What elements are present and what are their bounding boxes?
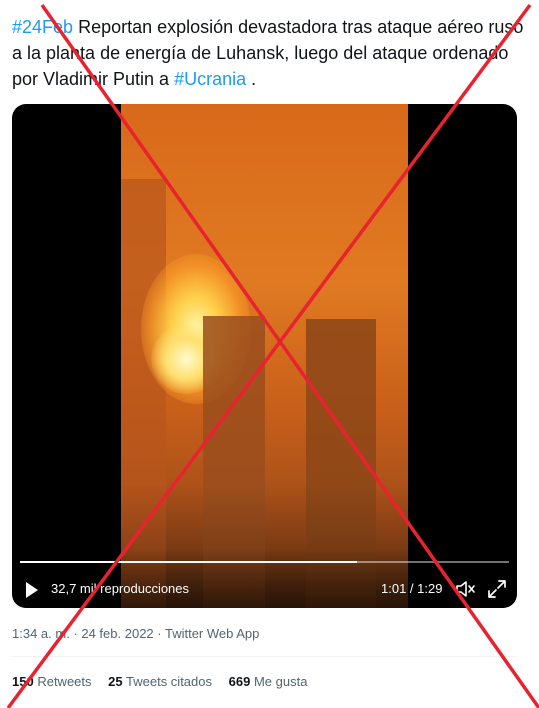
quotes-stat[interactable]: 25 Tweets citados (108, 674, 212, 689)
tweet-stats: 150 Retweets 25 Tweets citados 669 Me gu… (12, 674, 320, 689)
video-progress-bar[interactable] (20, 561, 509, 563)
tweet-timestamp[interactable]: 1:34 a. m. · 24 feb. 2022 · Twitter Web … (12, 626, 259, 641)
divider (12, 656, 517, 657)
likes-stat[interactable]: 669 Me gusta (229, 674, 308, 689)
hashtag-link[interactable]: #24Feb (12, 17, 73, 37)
video-controls (12, 548, 517, 608)
quotes-count: 25 (108, 674, 123, 689)
likes-count: 669 (228, 674, 251, 689)
play-icon[interactable] (26, 582, 38, 598)
tweet-text: #24Feb Reportan explosión devastadora tr… (12, 14, 527, 92)
video-player[interactable]: 32,7 mil reproducciones 1:01 / 1:29 (12, 104, 517, 608)
retweets-stat[interactable]: 150 Retweets (12, 674, 92, 689)
tweet-body-end: . (246, 69, 257, 89)
volume-muted-icon[interactable] (454, 578, 476, 600)
video-time: 1:01 / 1:29 (381, 581, 443, 596)
hashtag-link[interactable]: #Ucrania (174, 69, 246, 89)
tweet-body: Reportan explosión devastadora tras ataq… (12, 17, 524, 89)
retweets-label: Retweets (37, 674, 92, 689)
view-count: 32,7 mil reproducciones (51, 581, 190, 596)
video-frame (121, 104, 408, 608)
likes-label: Me gusta (253, 674, 308, 689)
retweets-count: 150 (12, 674, 34, 689)
quotes-label: Tweets citados (126, 674, 213, 689)
video-progress-fill (20, 561, 358, 563)
fullscreen-icon[interactable] (486, 578, 508, 600)
